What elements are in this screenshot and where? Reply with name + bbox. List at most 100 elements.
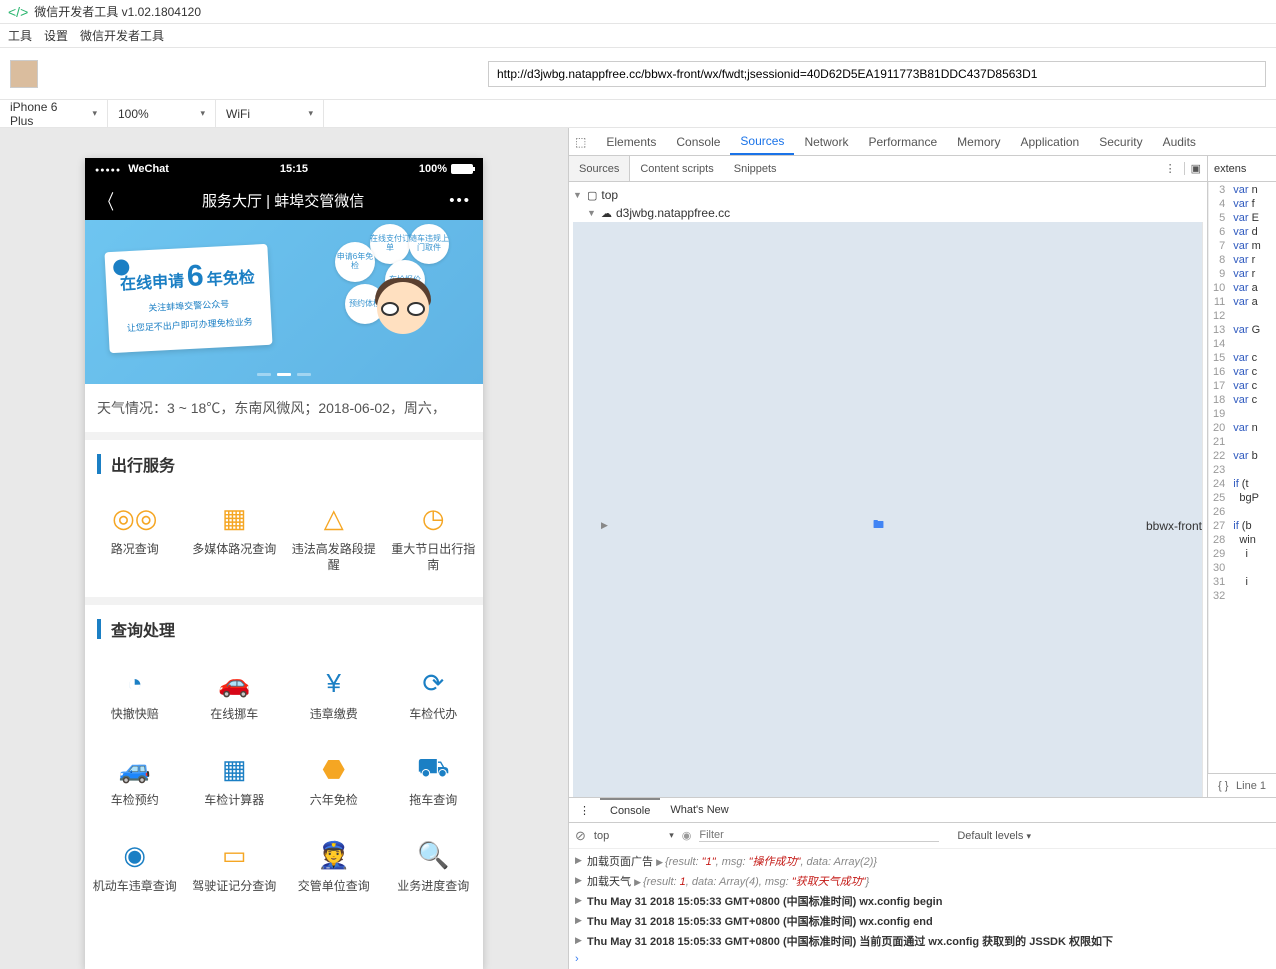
grid-item[interactable]: ⟳车检代办 [384, 657, 484, 743]
menu-devtools[interactable]: 微信开发者工具 [80, 27, 164, 44]
devtools-tab-memory[interactable]: Memory [947, 128, 1010, 155]
grid-item-label: 重大节日出行指南 [386, 542, 482, 573]
grid-item[interactable]: ◉机动车违章查询 [85, 829, 185, 915]
device-selector[interactable]: iPhone 6 Plus ▾ [0, 100, 108, 127]
grid-item[interactable]: ¥违章缴费 [284, 657, 384, 743]
grid-item-icon: △ [316, 500, 352, 536]
carrier-label: WeChat [128, 163, 169, 175]
editor-tab[interactable]: extens [1214, 163, 1246, 175]
console-filter-input[interactable] [699, 829, 939, 842]
zoom-selector[interactable]: 100%▾ [108, 100, 216, 127]
phone-status-bar: WeChat 15:15 100% [85, 158, 483, 180]
devtools-tab-performance[interactable]: Performance [858, 128, 947, 155]
grid-item[interactable]: 👮 交管单位查询 [284, 829, 384, 915]
grid-item-icon: ▦ [216, 500, 252, 536]
grid-item[interactable]: ◎◎路况查询 [85, 492, 185, 581]
devtools-pane: ⬚ ElementsConsoleSourcesNetworkPerforman… [568, 128, 1276, 969]
tree-top[interactable]: ▼▢top [573, 186, 1203, 204]
window-title: 微信开发者工具 v1.02.1804120 [34, 3, 201, 20]
grid-item-icon: 🚙 [117, 751, 153, 787]
grid-item[interactable]: 🔍业务进度查询 [384, 829, 484, 915]
more-icon[interactable]: ⋮ [569, 804, 600, 817]
inspect-icon[interactable]: ⬚ [575, 135, 586, 149]
braces-icon[interactable]: { } [1218, 780, 1228, 792]
more-icon[interactable]: ••• [449, 192, 471, 209]
grid-item[interactable]: ▦多媒体路况查询 [185, 492, 285, 581]
grid-item-icon: ⬣ [316, 751, 352, 787]
editor-tab-bar: extens [1208, 156, 1276, 182]
devtools-tab-elements[interactable]: Elements [596, 128, 666, 155]
devtools-tab-audits[interactable]: Audits [1153, 128, 1206, 155]
grid-item[interactable]: ▭驾驶证记分查询 [185, 829, 285, 915]
section-header-query: 查询处理 [85, 605, 483, 653]
window-title-bar: </> 微信开发者工具 v1.02.1804120 [0, 0, 1276, 24]
grid-item-label: 违法高发路段提醒 [286, 542, 382, 573]
sources-subtab[interactable]: Snippets [724, 156, 787, 181]
grid-item-icon: 👮 [316, 837, 352, 873]
grid-travel: ◎◎路况查询▦多媒体路况查询 △ 违法高发路段提醒◷重大节日出行指南 [85, 488, 483, 605]
console-output[interactable]: ▶加载页面广告 ▶{result: "1", msg: "操作成功", data… [569, 849, 1276, 969]
grid-item-icon: 🚗 [216, 665, 252, 701]
grid-item[interactable]: ⛟拖车查询 [384, 743, 484, 829]
grid-item-label: 驾驶证记分查询 [192, 879, 276, 907]
grid-item-label: 路况查询 [111, 542, 159, 570]
tree-host[interactable]: ▼☁d3jwbg.natappfree.cc [573, 204, 1203, 222]
url-input[interactable] [488, 61, 1266, 87]
file-tree: ▼▢top ▼☁d3jwbg.natappfree.cc ▶🖿bbwx-fron… [569, 182, 1207, 797]
menu-tools[interactable]: 工具 [8, 27, 32, 44]
banner-bubble: 随车违规上门取件 [409, 224, 449, 264]
devtools-tab-sources[interactable]: Sources [730, 128, 794, 155]
cursor-position: Line 1 [1236, 780, 1266, 792]
grid-item[interactable]: 🚗在线挪车 [185, 657, 285, 743]
grid-item-label: 六年免检 [310, 793, 358, 821]
simulator-pane: WeChat 15:15 100% 〈 服务大厅 | 蚌埠交管微信 ••• 在线… [0, 128, 568, 969]
grid-item-icon: ▦ [216, 751, 252, 787]
grid-item[interactable]: △ 违法高发路段提醒 [284, 492, 384, 581]
sources-subtab[interactable]: Content scripts [630, 156, 723, 181]
tree-folder-bbwx[interactable]: ▶🖿bbwx-front [573, 222, 1203, 797]
eye-icon[interactable]: ◉ [682, 829, 692, 842]
console-toolbar: ⊘ top ▾ ◉ Default levels ▾ [569, 823, 1276, 849]
phone-nav-bar: 〈 服务大厅 | 蚌埠交管微信 ••• [85, 180, 483, 220]
user-avatar[interactable] [10, 60, 38, 88]
grid-item[interactable]: ▦车检计算器 [185, 743, 285, 829]
battery-icon [451, 164, 473, 174]
banner[interactable]: 在线申请6年免检 关注蚌埠交警公众号 让您足不出户即可办理免检业务 在线支付订单… [85, 220, 483, 384]
grid-item-icon: ◔ [117, 665, 153, 701]
whats-new-tab[interactable]: What's New [660, 798, 738, 822]
grid-item-label: 业务进度查询 [397, 879, 469, 907]
devtools-tab-application[interactable]: Application [1011, 128, 1090, 155]
grid-item-icon: ⟳ [415, 665, 451, 701]
grid-item-icon: ◉ [117, 837, 153, 873]
url-row [0, 48, 1276, 100]
weather-strip: 天气情况：3 ~ 18℃，东南风微风；2018-06-02，周六， [85, 384, 483, 440]
back-icon[interactable]: 〈 [100, 186, 114, 215]
more-icon[interactable]: ⋮ [1165, 162, 1176, 175]
grid-item-label: 交管单位查询 [298, 879, 370, 907]
console-tab[interactable]: Console [600, 798, 660, 822]
banner-bubble: 在线支付订单 [370, 224, 410, 264]
app-logo-icon: </> [8, 4, 28, 20]
grid-item-label: 快撤快赔 [111, 707, 159, 735]
devtools-tab-network[interactable]: Network [794, 128, 858, 155]
devtools-tab-console[interactable]: Console [666, 128, 730, 155]
code-view[interactable]: var nvar fvar Evar dvar mvar rvar rvar a… [1229, 182, 1265, 773]
devtools-tab-security[interactable]: Security [1089, 128, 1152, 155]
toggle-navigator-icon[interactable]: ▣ [1184, 162, 1207, 175]
grid-item[interactable]: 🚙 车检预约 [85, 743, 185, 829]
section-header-travel: 出行服务 [85, 440, 483, 488]
grid-item[interactable]: ◷重大节日出行指南 [384, 492, 484, 581]
chevron-down-icon: ▾ [92, 108, 97, 119]
grid-item-label: 车检预约 [111, 793, 159, 821]
illustration-person [355, 264, 465, 384]
context-selector[interactable]: top ▾ [594, 830, 674, 842]
zoom-label: 100% [118, 107, 149, 121]
device-label: iPhone 6 Plus [10, 100, 74, 128]
grid-item[interactable]: ⬣ 六年免检 [284, 743, 384, 829]
network-selector[interactable]: WiFi▾ [216, 100, 324, 127]
sources-subtab[interactable]: Sources [569, 156, 630, 181]
menu-settings[interactable]: 设置 [44, 27, 68, 44]
grid-item[interactable]: ◔ 快撤快赔 [85, 657, 185, 743]
levels-selector[interactable]: Default levels ▾ [957, 830, 1031, 842]
clear-console-icon[interactable]: ⊘ [575, 828, 586, 844]
